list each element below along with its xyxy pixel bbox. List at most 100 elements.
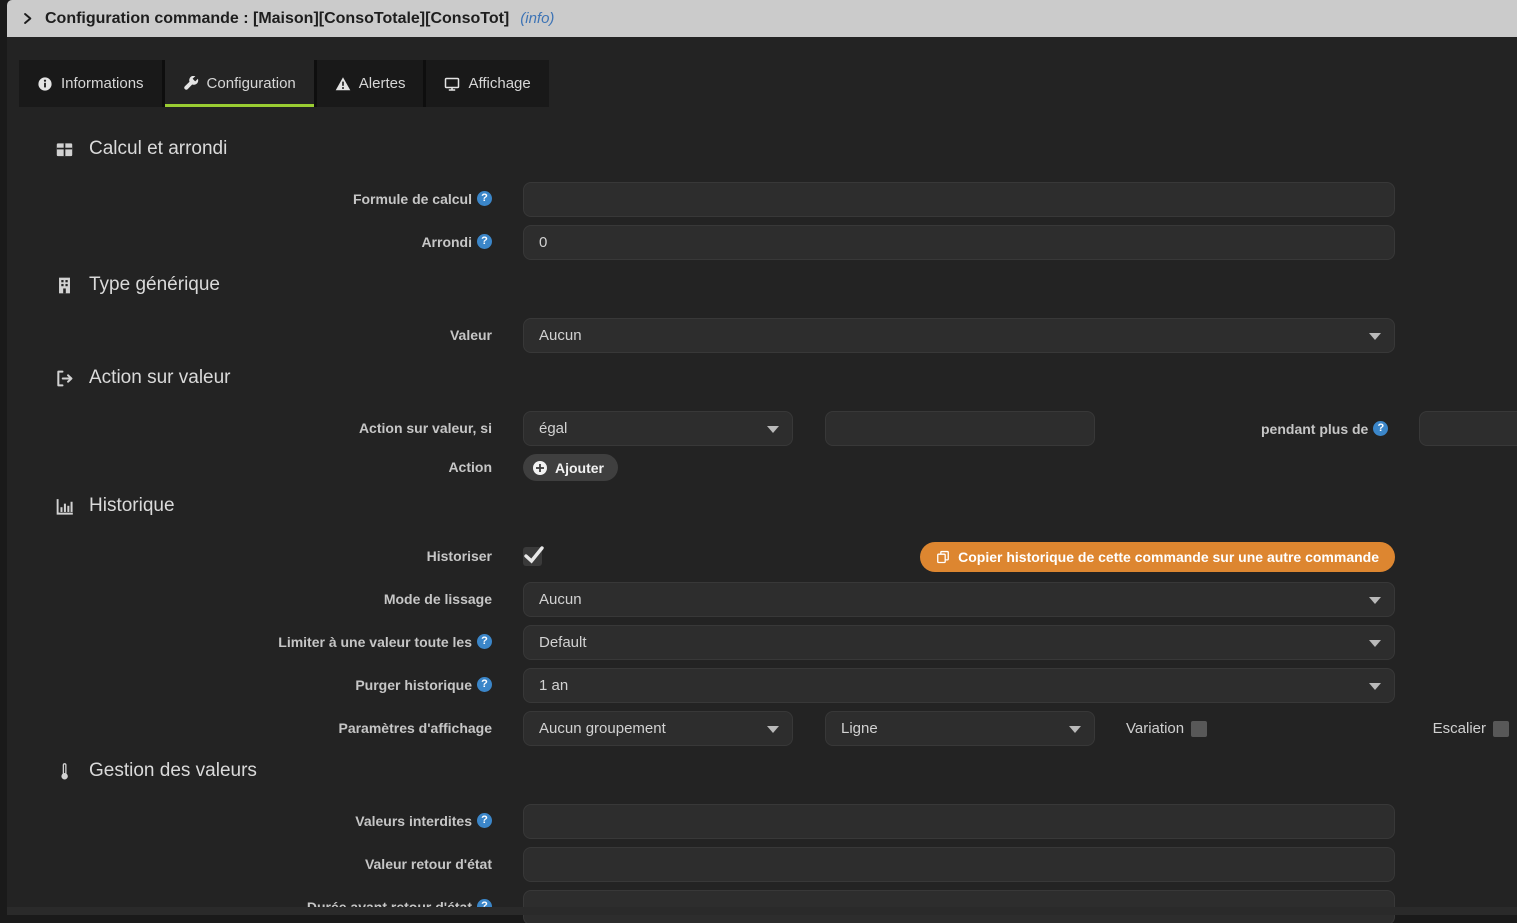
copier-historique-label: Copier historique de cette commande sur … — [958, 549, 1379, 565]
historiser-label: Historiser — [7, 548, 492, 565]
lissage-select[interactable]: Aucun — [523, 582, 1395, 617]
tab-affichage[interactable]: Affichage — [426, 60, 548, 107]
row-limiter-valeur: Limiter à une valeur toute les? Default — [7, 625, 1517, 660]
lissage-select-value: Aucun — [539, 591, 582, 608]
caret-down-icon — [1369, 683, 1381, 690]
section-action-sur-valeur: Action sur valeur — [55, 367, 1517, 389]
checkmark-icon — [523, 543, 545, 565]
row-action: Action Ajouter — [7, 454, 1517, 481]
tab-label: Informations — [61, 75, 144, 92]
section-title: Gestion des valeurs — [89, 760, 257, 782]
caret-down-icon — [767, 426, 779, 433]
section-title: Historique — [89, 495, 175, 517]
wrench-icon — [183, 76, 199, 92]
help-icon[interactable]: ? — [477, 634, 492, 649]
chevron-right-icon[interactable] — [21, 12, 34, 25]
parametres-label: Paramètres d'affichage — [7, 720, 492, 737]
tab-label: Alertes — [359, 75, 406, 92]
groupement-select[interactable]: Aucun groupement — [523, 711, 793, 746]
help-icon[interactable]: ? — [477, 191, 492, 206]
retour-etat-label: Valeur retour d'état — [7, 856, 492, 873]
condition-value-input[interactable] — [825, 411, 1095, 446]
ajouter-button[interactable]: Ajouter — [523, 454, 618, 481]
caret-down-icon — [1369, 333, 1381, 340]
style-graphe-select-value: Ligne — [841, 720, 878, 737]
sign-out-icon — [55, 369, 74, 388]
valeur-select-value: Aucun — [539, 327, 582, 344]
dialog-content: Informations Configuration Alertes Affic… — [7, 37, 1517, 915]
section-title: Calcul et arrondi — [89, 138, 227, 160]
historiser-checkbox[interactable] — [523, 547, 542, 566]
action-si-label: Action sur valeur, si — [7, 420, 492, 437]
formule-input[interactable] — [523, 182, 1395, 217]
arrondi-label: Arrondi? — [7, 234, 492, 251]
dialog-bottom-edge — [7, 907, 1517, 915]
section-gestion-des-valeurs: Gestion des valeurs — [55, 760, 1517, 782]
chart-bar-icon — [55, 497, 74, 516]
valeur-select[interactable]: Aucun — [523, 318, 1395, 353]
tab-informations[interactable]: Informations — [19, 60, 162, 107]
info-link[interactable]: (info) — [520, 10, 554, 27]
section-title: Action sur valeur — [89, 367, 231, 389]
thermometer-icon — [55, 762, 74, 781]
row-parametres-affichage: Paramètres d'affichage Aucun groupement … — [7, 711, 1517, 746]
action-label: Action — [7, 459, 492, 476]
ajouter-button-label: Ajouter — [555, 460, 604, 476]
caret-down-icon — [1369, 597, 1381, 604]
row-formule-de-calcul: Formule de calcul? — [7, 182, 1517, 217]
row-action-sur-valeur-si: Action sur valeur, si égal pendant plus … — [7, 411, 1517, 446]
section-calcul-et-arrondi: Calcul et arrondi — [55, 138, 1517, 160]
variation-checkbox[interactable] — [1191, 721, 1207, 737]
plus-circle-icon — [532, 460, 548, 476]
lissage-label: Mode de lissage — [7, 591, 492, 608]
row-valeur: Valeur Aucun — [7, 318, 1517, 353]
limiter-select-value: Default — [539, 634, 587, 651]
help-icon[interactable]: ? — [477, 813, 492, 828]
formule-label: Formule de calcul? — [7, 191, 492, 208]
pendant-plus-de-input[interactable] — [1419, 411, 1517, 446]
limiter-label: Limiter à une valeur toute les? — [7, 634, 492, 651]
groupement-select-value: Aucun groupement — [539, 720, 666, 737]
interdites-label: Valeurs interdites? — [7, 813, 492, 830]
tab-alertes[interactable]: Alertes — [317, 60, 424, 107]
copier-historique-button[interactable]: Copier historique de cette commande sur … — [920, 542, 1395, 572]
caret-down-icon — [767, 726, 779, 733]
arrondi-input[interactable] — [523, 225, 1395, 260]
condition-select-value: égal — [539, 420, 567, 437]
style-graphe-select[interactable]: Ligne — [825, 711, 1095, 746]
row-arrondi: Arrondi? — [7, 225, 1517, 260]
help-icon[interactable]: ? — [477, 677, 492, 692]
condition-select[interactable]: égal — [523, 411, 793, 446]
table-icon — [55, 140, 74, 159]
valeur-label: Valeur — [7, 327, 492, 344]
variation-label: Variation — [1126, 720, 1184, 737]
row-historiser: Historiser Copier historique de cette co… — [7, 539, 1517, 574]
info-circle-icon — [37, 76, 53, 92]
section-type-generique: Type générique — [55, 274, 1517, 296]
limiter-select[interactable]: Default — [523, 625, 1395, 660]
escalier-label: Escalier — [1433, 720, 1486, 737]
row-mode-de-lissage: Mode de lissage Aucun — [7, 582, 1517, 617]
purger-select[interactable]: 1 an — [523, 668, 1395, 703]
section-title: Type générique — [89, 274, 220, 296]
section-historique: Historique — [55, 495, 1517, 517]
help-icon[interactable]: ? — [1373, 421, 1388, 436]
caret-down-icon — [1069, 726, 1081, 733]
purger-label: Purger historique? — [7, 677, 492, 694]
configuration-form: Calcul et arrondi Formule de calcul? Arr… — [7, 138, 1517, 923]
tab-label: Affichage — [468, 75, 530, 92]
copy-icon — [936, 550, 950, 564]
interdites-input[interactable] — [523, 804, 1395, 839]
dialog-title: Configuration commande : [Maison][ConsoT… — [45, 10, 509, 28]
row-valeurs-interdites: Valeurs interdites? — [7, 804, 1517, 839]
tab-configuration[interactable]: Configuration — [165, 60, 314, 107]
caret-down-icon — [1369, 640, 1381, 647]
row-valeur-retour-etat: Valeur retour d'état — [7, 847, 1517, 882]
tab-bar: Informations Configuration Alertes Affic… — [19, 60, 549, 107]
help-icon[interactable]: ? — [477, 234, 492, 249]
monitor-icon — [444, 76, 460, 92]
warning-triangle-icon — [335, 76, 351, 92]
retour-etat-input[interactable] — [523, 847, 1395, 882]
escalier-checkbox[interactable] — [1493, 721, 1509, 737]
purger-select-value: 1 an — [539, 677, 568, 694]
